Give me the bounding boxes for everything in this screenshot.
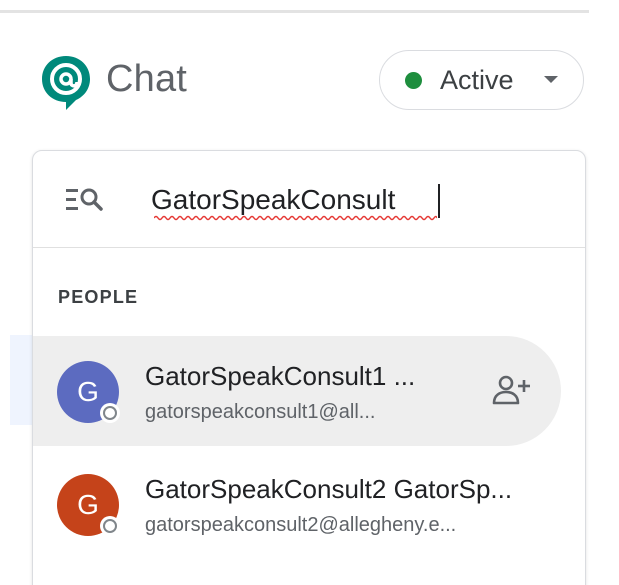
google-chat-logo-icon	[42, 56, 90, 110]
presence-status-icon	[100, 403, 120, 423]
presence-status-icon	[100, 516, 120, 536]
app-title: Chat	[106, 58, 188, 100]
search-results-panel: PEOPLE G GatorSpeakConsult1 ... gatorspe…	[32, 150, 586, 585]
person-name: GatorSpeakConsult1 ...	[145, 361, 416, 391]
text-cursor	[438, 184, 440, 218]
spellcheck-underline	[154, 215, 437, 221]
people-section-label: PEOPLE	[58, 287, 139, 307]
selection-highlight-strip	[10, 335, 34, 425]
chat-panel: Chat Active PEOPLE G	[0, 0, 619, 585]
person-email: gatorspeakconsult2@allegheny.e...	[145, 514, 457, 536]
person-name: GatorSpeakConsult2 GatorSp...	[145, 474, 513, 504]
active-status-dot-icon	[405, 72, 422, 89]
person-add-icon[interactable]	[491, 374, 531, 406]
status-label: Active	[440, 65, 514, 95]
caret-down-icon	[544, 76, 558, 83]
status-dropdown-button[interactable]: Active	[379, 50, 584, 110]
person-result-row[interactable]: G GatorSpeakConsult2 GatorSp... gatorspe…	[33, 449, 561, 559]
person-email: gatorspeakconsult1@all...	[145, 401, 376, 423]
person-result-row[interactable]: G GatorSpeakConsult1 ... gatorspeakconsu…	[33, 336, 561, 446]
search-row	[33, 151, 585, 248]
chat-header: Chat Active	[40, 50, 586, 110]
search-list-icon[interactable]	[66, 187, 108, 213]
top-divider	[0, 10, 589, 13]
